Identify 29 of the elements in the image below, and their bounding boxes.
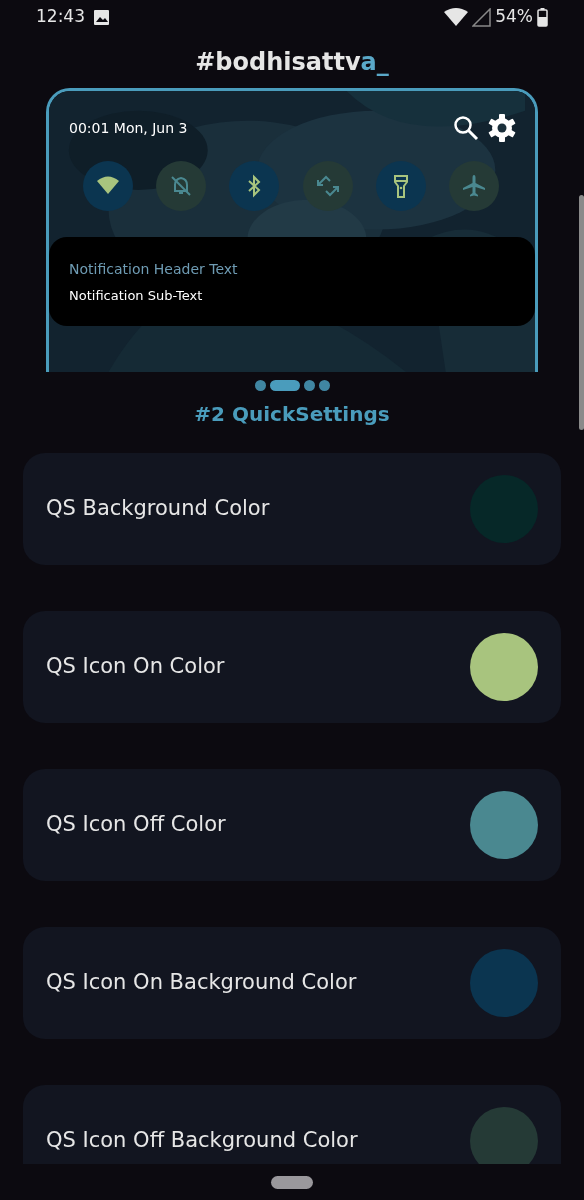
notification-header: Notification Header Text [69,260,239,279]
setting-row[interactable]: QS Icon Off Background Color [23,1085,561,1164]
page-indicator[interactable] [269,380,300,391]
search-icon [453,115,479,141]
battery-percent: 54% [495,5,533,29]
image-icon [93,8,110,26]
setting-row[interactable]: QS Icon On Color [23,611,561,723]
settings-icon [487,113,517,143]
page-indicator[interactable] [254,380,266,391]
home-handle[interactable] [271,1175,313,1189]
section-title: #2 QuickSettings [193,401,391,428]
setting-label: QS Background Color [46,495,270,523]
setting-row[interactable]: QS Icon On Background Color [23,927,561,1039]
setting-row[interactable]: QS Background Color [23,453,561,565]
setting-label: QS Icon Off Color [46,811,226,839]
app-title: #bodhisattva_ [194,47,390,78]
page-indicator[interactable] [303,380,315,391]
clock-date: 00:01 Mon, Jun 3 [69,118,188,138]
setting-label: QS Icon On Background Color [46,969,357,997]
setting-row[interactable]: QS Icon Off Color [23,769,561,881]
page-indicator[interactable] [318,380,330,391]
status-time: 12:43 [36,5,85,29]
notification-subtext: Notification Sub-Text [69,287,204,305]
setting-label: QS Icon On Color [46,653,225,681]
battery-icon [537,7,548,27]
color-swatch[interactable] [470,1107,538,1164]
wifi-icon [444,8,469,26]
signal-icon [472,7,492,27]
setting-label: QS Icon Off Background Color [46,1127,358,1155]
